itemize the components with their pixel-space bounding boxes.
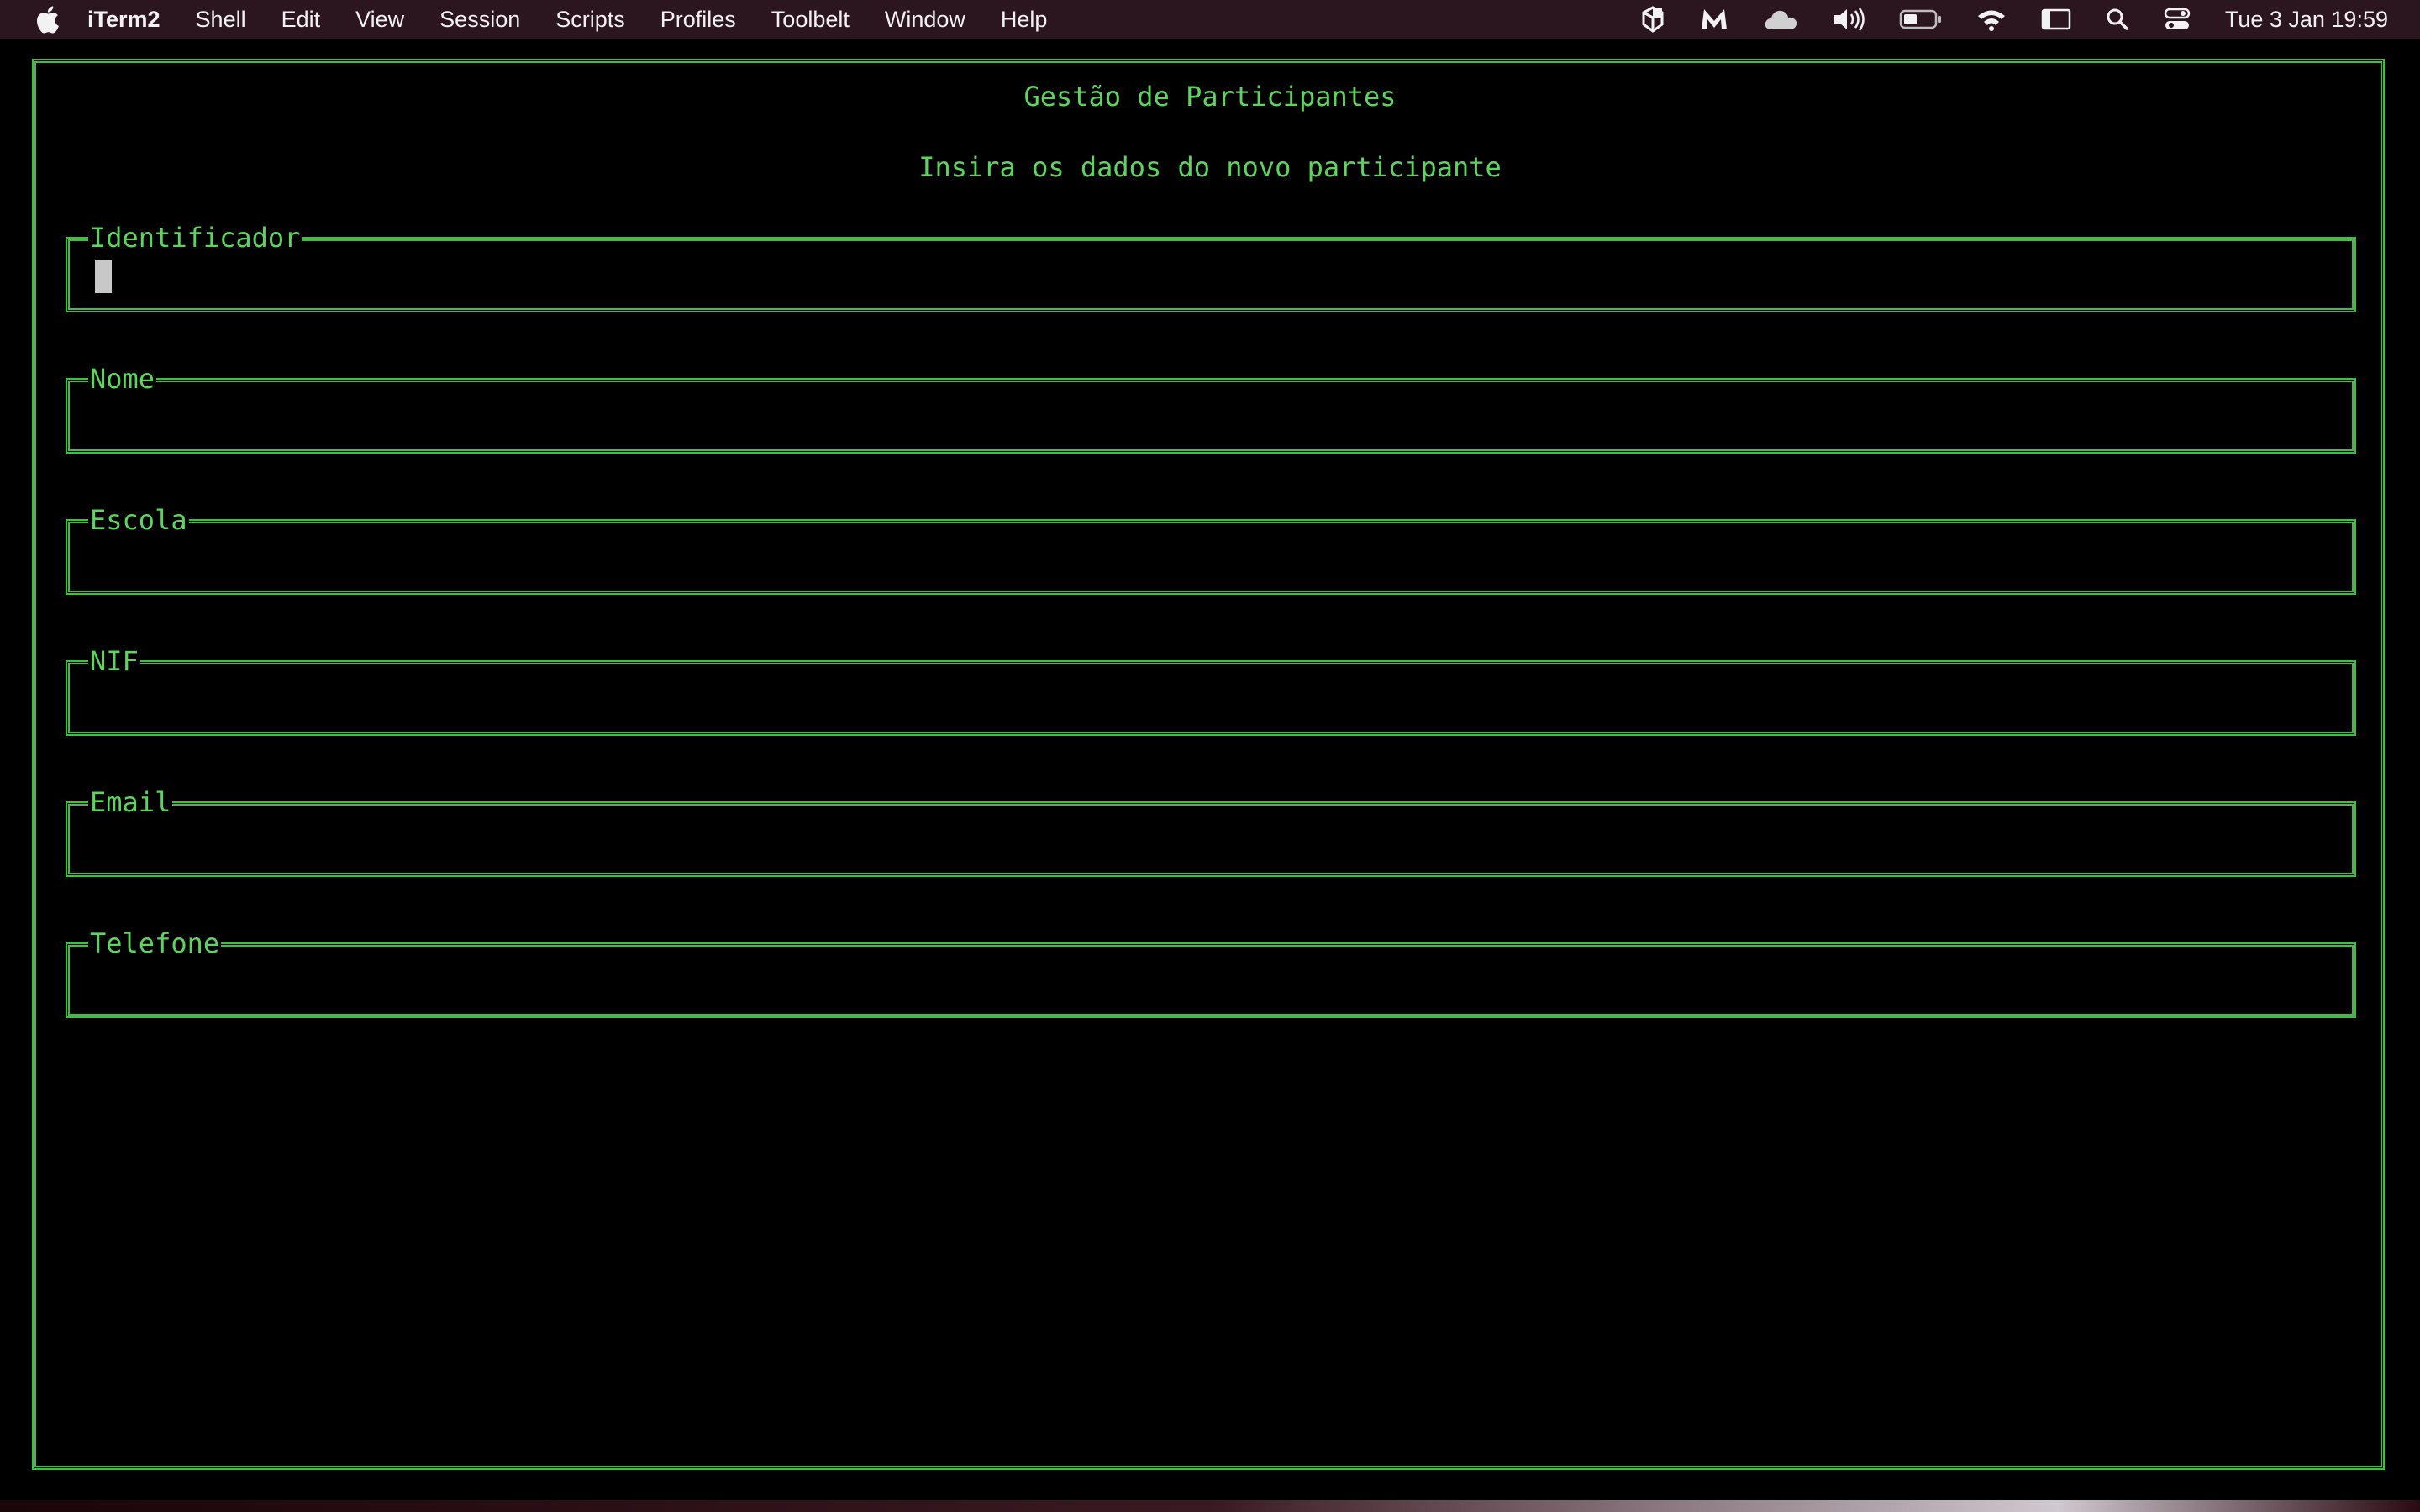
escola-field[interactable]: Escola [66, 503, 2356, 595]
cloud-icon[interactable] [1763, 8, 1798, 31]
menu-window[interactable]: Window [885, 7, 965, 33]
email-field[interactable]: Email [66, 785, 2356, 877]
telefone-label: Telefone [88, 927, 222, 960]
dock-edge [0, 1500, 2420, 1512]
menu-clock[interactable]: Tue 3 Jan 19:59 [2225, 7, 2388, 33]
apple-logo-icon[interactable] [30, 0, 64, 39]
escola-label: Escola [88, 503, 189, 537]
identificador-label: Identificador [88, 221, 302, 255]
sidebar-icon[interactable] [2040, 7, 2072, 32]
text-cursor [95, 260, 112, 293]
nif-field[interactable]: NIF [66, 644, 2356, 736]
telefone-field[interactable]: Telefone [66, 927, 2356, 1018]
nif-label: NIF [88, 644, 140, 678]
menu-toolbelt[interactable]: Toolbelt [771, 7, 850, 33]
search-icon[interactable] [2106, 8, 2129, 31]
menu-session[interactable]: Session [439, 7, 520, 33]
menu-bar: iTerm2 Shell Edit View Session Scripts P… [0, 0, 2420, 39]
nome-field[interactable]: Nome [66, 362, 2356, 454]
menu-profiles[interactable]: Profiles [660, 7, 736, 33]
app-box-icon[interactable] [1640, 6, 1665, 33]
menu-shell[interactable]: Shell [196, 7, 246, 33]
wifi-icon[interactable] [1976, 8, 2007, 31]
terminal-window[interactable]: Gestão de Participantes Insira os dados … [0, 39, 2420, 1500]
page-title: Gestão de Participantes [1023, 81, 1397, 113]
menu-scripts[interactable]: Scripts [555, 7, 625, 33]
menu-help[interactable]: Help [1001, 7, 1048, 33]
identificador-input[interactable] [95, 260, 112, 293]
menu-view[interactable]: View [355, 7, 404, 33]
menu-app-name[interactable]: iTerm2 [87, 7, 160, 33]
nome-label: Nome [88, 362, 157, 396]
page-subtitle: Insira os dados do novo participante [918, 151, 1502, 183]
battery-icon [1899, 8, 1943, 30]
control-center-icon[interactable] [2163, 7, 2191, 32]
volume-icon[interactable] [1832, 7, 1865, 32]
menu-edit[interactable]: Edit [281, 7, 321, 33]
status-area: Tue 3 Jan 19:59 [1607, 0, 2388, 39]
malwarebytes-icon[interactable] [1699, 6, 1729, 33]
identificador-field[interactable]: Identificador [66, 221, 2356, 312]
email-label: Email [88, 785, 173, 819]
